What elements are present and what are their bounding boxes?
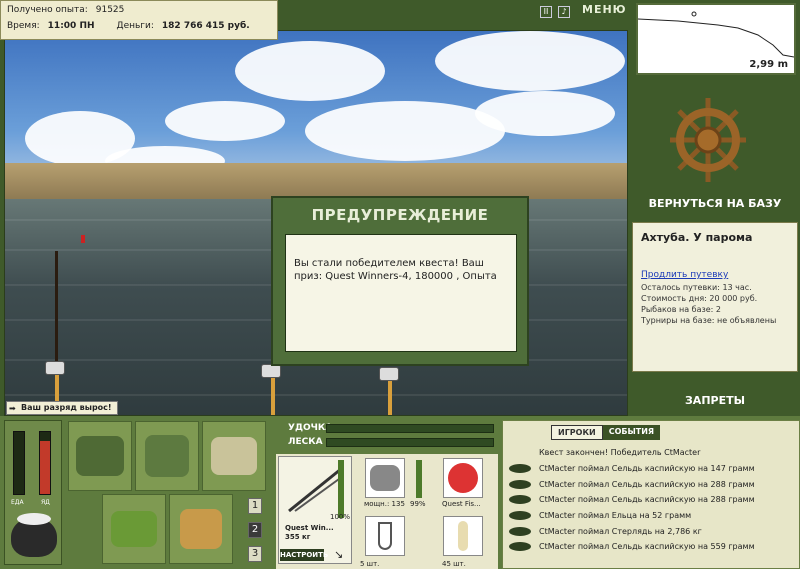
hook-slot[interactable] [365,516,405,556]
time-value: 11:00 ПН [47,21,95,31]
line-slot[interactable] [443,458,483,498]
extend-permit-link[interactable]: Продлить путевку [641,270,789,280]
line-name: Quest Fis... [442,500,481,508]
list-item: CtMacter поймал Стерлядь на 2,786 кг [509,523,795,539]
rod-percent: 100% [330,513,351,521]
float-icon[interactable] [81,235,85,243]
money-label: Деньги: [116,21,154,31]
page-1-button[interactable]: 1 [248,498,262,514]
fish-icon [509,511,531,521]
tab-events[interactable]: СОБЫТИЯ [602,425,661,440]
cauldron-foam [17,513,51,525]
list-item: CtMacter поймал Сельдь каспийскую на 559… [509,539,795,555]
depth-value: 2,99 m [749,59,788,70]
rod-name: Quest Win... [285,524,334,532]
rod-3-handle [388,381,392,415]
bucket-icon [180,509,222,549]
chat-list: Квест закончен! Победитель CtMacter CtMa… [509,445,795,555]
bans-button[interactable]: ЗАПРЕТЫ [630,394,800,414]
rod-2-handle [271,378,275,415]
dialog-message: Вы стали победителем квеста! Ваш приз: Q… [285,234,517,352]
pause-icon[interactable]: II [540,6,552,18]
chat-panel: ИГРОКИ СОБЫТИЯ Квест закончен! Победител… [502,420,800,569]
inventory-slot-sack[interactable] [135,421,199,491]
fish-icon [509,464,531,474]
rod-wear-bar [338,460,344,518]
stats-panel: Получено опыта: 91525 Время: 11:00 ПН Де… [0,0,278,40]
line-label: ЛЕСКА [288,437,323,447]
bait-count: 45 шт. [442,560,466,568]
reel-percent: 99% [410,500,426,508]
info-line: Осталось путевки: 13 час. [641,283,752,292]
reel-power: мощн.: 135 [364,500,405,508]
info-line: Турниры на базе: не объявлены [641,316,777,325]
status-bars: ЕДА ЯД [4,420,62,565]
hook-icon [378,522,392,550]
location-name: Ахтуба. У парома [641,231,753,244]
page-3-button[interactable]: 3 [248,546,262,562]
fish-icon [509,526,531,536]
line-spool-icon [448,463,478,493]
float-position-icon [691,11,697,17]
rod-weight: 355 кг [285,533,311,541]
warning-dialog: ПРЕДУПРЕЖДЕНИЕ Вы стали победителем квес… [271,196,529,366]
depth-chart: 2,99 m [636,3,796,75]
arrow-icon: ➡ [9,404,16,413]
rod-1[interactable] [55,251,58,361]
food-label: ЕДА [11,499,24,506]
fish-icon [509,542,531,552]
reel-2-icon[interactable] [261,364,281,378]
exp-label: Получено опыта: [7,5,88,15]
location-info: Ахтуба. У парома Продлить путевку Остало… [632,222,798,372]
setup-button[interactable]: НАСТРОИТЬ [280,549,328,561]
info-line: Рыбаков на базе: 2 [641,305,721,314]
list-item: CtMacter поймал Сельдь каспийскую на 288… [509,476,795,492]
inventory-slot-bucket[interactable] [169,494,233,564]
ship-wheel-icon[interactable] [666,94,750,186]
exp-value: 91525 [95,5,125,15]
bag-icon [76,436,124,476]
dialog-title: ПРЕДУПРЕЖДЕНИЕ [311,206,489,224]
sound-icon[interactable]: ♪ [558,6,570,18]
page-2-button[interactable]: 2 [248,522,262,538]
rod-icon [288,467,342,513]
inventory-slot-map[interactable] [202,421,266,491]
inventory-slot-bag[interactable] [68,421,132,491]
list-item: CtMacter поймал Сельдь каспийскую на 147… [509,461,795,477]
list-item: Квест закончен! Победитель CtMacter [539,448,701,458]
money-value: 182 766 415 руб. [161,21,250,31]
reel-wear-bar [416,460,422,498]
menu-button[interactable]: МЕНЮ [582,3,627,16]
rank-up-message: Ваш разряд вырос! [6,401,118,415]
sack-icon [145,435,189,477]
inventory-slot-basket[interactable] [102,494,166,564]
list-item: CtMacter поймал Сельдь каспийскую на 288… [509,492,795,508]
poison-bar [39,431,51,495]
fish-icon [509,479,531,489]
fish-icon [509,495,531,505]
reel-1-icon[interactable] [45,361,65,375]
top-bar: II ♪ [278,0,630,30]
return-to-base-button[interactable]: ВЕРНУТЬСЯ НА БАЗУ [630,197,800,217]
hook-count: 5 шт. [360,560,380,568]
arrow-down-right-icon: ↘ [334,548,344,561]
bait-slot[interactable] [443,516,483,556]
bait-icon [458,521,468,551]
info-line: Стоимость дня: 20 000 руб. [641,294,758,303]
rod-strength-bar [326,424,494,433]
map-icon [211,437,257,475]
reel-icon [370,465,400,491]
basket-icon [111,511,157,547]
poison-label: ЯД [41,499,50,506]
list-item: CtMacter поймал Ельца на 52 грамм [509,508,795,524]
line-strength-bar [326,438,494,447]
food-bar [13,431,25,495]
time-label: Время: [7,21,40,31]
tab-players[interactable]: ИГРОКИ [551,425,603,440]
reel-slot[interactable] [365,458,405,498]
reel-3-icon[interactable] [379,367,399,381]
